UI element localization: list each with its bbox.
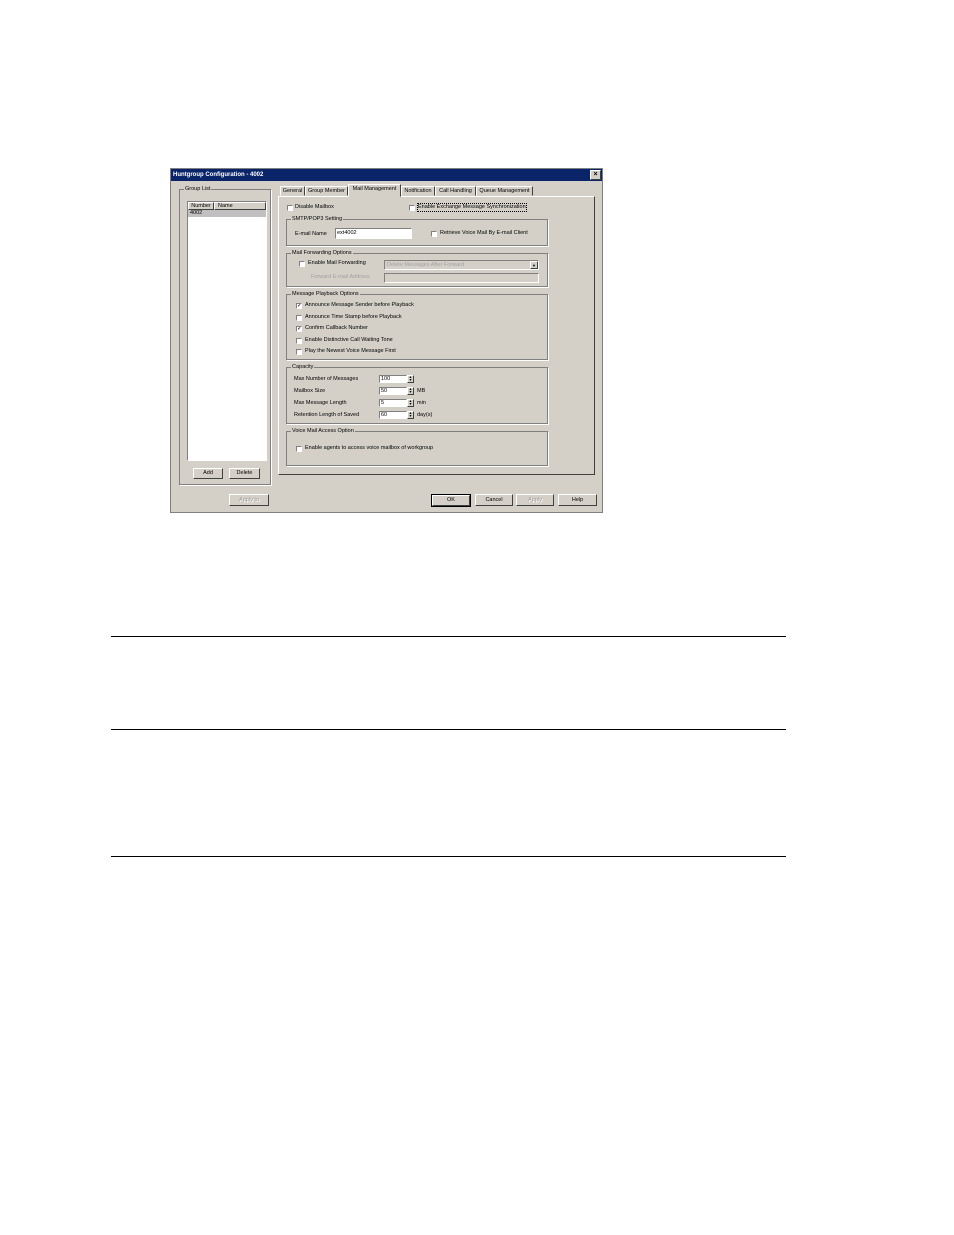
apply-to-button[interactable]: Apply to [229, 494, 269, 506]
forward-email-label: Forward E-mail Address [311, 274, 370, 280]
retention-spinner[interactable]: ▲ ▼ [407, 411, 414, 419]
voice-mail-access-label: Voice Mail Access Option [291, 427, 355, 435]
row-number: 4002 [190, 210, 203, 216]
huntgroup-configuration-dialog: Huntgroup Configuration - 4002 × Group L… [170, 168, 603, 513]
ok-button[interactable]: OK [431, 494, 471, 507]
disable-mailbox-checkbox[interactable] [287, 205, 293, 211]
mail-forwarding-label: Mail Forwarding Options [291, 249, 353, 257]
max-length-input[interactable]: 5 [379, 399, 407, 407]
newest-first-checkbox[interactable] [296, 349, 302, 355]
tab-mail-management[interactable]: Mail Management [348, 184, 401, 197]
table-row[interactable]: 4002 [188, 210, 266, 217]
confirm-callback-label: Confirm Callback Number [305, 325, 368, 331]
group-list-label: Group List [184, 185, 212, 193]
enable-forwarding-checkbox[interactable] [299, 261, 305, 267]
mailbox-size-unit: MB [417, 388, 426, 394]
distinctive-tone-checkbox[interactable] [296, 338, 302, 344]
column-header-number[interactable]: Number [188, 202, 214, 210]
group-list-table[interactable]: Number Name 4002 [187, 201, 267, 461]
email-name-input[interactable]: ext4002 [335, 228, 412, 239]
horizontal-rule [111, 729, 786, 730]
forward-action-value: Delete Messages After Forward [387, 262, 465, 268]
retention-label: Retention Length of Saved [294, 412, 360, 418]
add-button[interactable]: Add [193, 468, 223, 479]
delete-button[interactable]: Delete [229, 468, 260, 479]
agents-access-label: Enable agents to access voice mailbox of… [305, 445, 434, 451]
tab-call-handling[interactable]: Call Handling [435, 186, 476, 196]
playback-options-group: Message Playback Options ✓ Announce Mess… [286, 290, 548, 360]
tab-queue-management[interactable]: Queue Management [476, 186, 533, 196]
agents-access-checkbox[interactable] [296, 446, 302, 452]
column-header-name[interactable]: Name [214, 202, 266, 210]
announce-sender-label: Announce Message Sender before Playback [305, 302, 414, 308]
capacity-group: Capacity Max Number of Messages 100 ▲ ▼ … [286, 363, 548, 424]
newest-first-label: Play the Newest Voice Message First [305, 348, 396, 354]
email-name-label: E-mail Name [295, 231, 327, 237]
max-messages-spinner[interactable]: ▲ ▼ [407, 375, 414, 383]
horizontal-rule [111, 856, 786, 857]
exchange-sync-label: Enable Exchange Message Synchronization [417, 203, 527, 212]
close-icon[interactable]: × [590, 170, 601, 180]
disable-mailbox-label: Disable Mailbox [295, 204, 334, 210]
voice-mail-access-group: Voice Mail Access Option Enable agents t… [286, 427, 548, 466]
max-length-label: Max Message Length [294, 400, 347, 406]
forward-action-select[interactable]: Delete Messages After Forward ▼ [384, 260, 539, 270]
apply-button[interactable]: Apply [516, 494, 554, 506]
chevron-down-icon[interactable]: ▼ [530, 261, 538, 269]
max-messages-input[interactable]: 100 [379, 375, 407, 383]
email-name-value: ext4002 [337, 230, 357, 236]
max-messages-label: Max Number of Messages [294, 376, 359, 382]
retention-input[interactable]: 60 [379, 411, 407, 419]
smtp-pop3-label: SMTP/POP3 Setting [291, 215, 344, 223]
announce-timestamp-label: Announce Time Stamp before Playback [305, 314, 402, 320]
group-list-box: Group List Number Name 4002 Add Delete [179, 185, 271, 485]
max-length-spinner[interactable]: ▲ ▼ [407, 399, 414, 407]
retrieve-email-checkbox[interactable] [431, 231, 437, 237]
spin-down-icon[interactable]: ▼ [408, 378, 413, 382]
spin-down-icon[interactable]: ▼ [408, 414, 413, 418]
mail-forwarding-group: Mail Forwarding Options Enable Mail Forw… [286, 249, 548, 287]
tab-group-member[interactable]: Group Member [305, 186, 348, 196]
horizontal-rule [111, 636, 786, 637]
announce-timestamp-checkbox[interactable] [296, 315, 302, 321]
spin-down-icon[interactable]: ▼ [408, 390, 413, 394]
mailbox-size-spinner[interactable]: ▲ ▼ [407, 387, 414, 395]
announce-sender-checkbox[interactable]: ✓ [296, 303, 302, 309]
retrieve-email-label: Retrieve Voice Mail By E-mail Client [440, 230, 528, 236]
mailbox-size-input[interactable]: 50 [379, 387, 407, 395]
tab-notification[interactable]: Notification [401, 186, 435, 196]
playback-options-label: Message Playback Options [291, 290, 360, 298]
distinctive-tone-label: Enable Distinctive Call Waiting Tone [305, 337, 393, 343]
exchange-sync-checkbox[interactable] [409, 205, 415, 211]
spin-down-icon[interactable]: ▼ [408, 402, 413, 406]
capacity-label: Capacity [291, 363, 315, 371]
mailbox-size-label: Mailbox Size [294, 388, 326, 394]
cancel-button[interactable]: Cancel [475, 494, 513, 506]
forward-email-input[interactable] [384, 273, 539, 283]
confirm-callback-checkbox[interactable]: ✓ [296, 326, 302, 332]
smtp-pop3-group: SMTP/POP3 Setting E-mail Name ext4002 Re… [286, 215, 548, 246]
table-header: Number Name [188, 202, 266, 210]
title-bar[interactable]: Huntgroup Configuration - 4002 × [171, 169, 602, 181]
mail-management-panel: Disable Mailbox Enable Exchange Message … [278, 196, 595, 475]
retention-unit: day(s) [417, 412, 433, 418]
window-title: Huntgroup Configuration - 4002 [173, 172, 264, 178]
help-button[interactable]: Help [558, 494, 597, 506]
enable-forwarding-label: Enable Mail Forwarding [308, 260, 366, 266]
tab-general[interactable]: General [280, 186, 305, 196]
max-length-unit: min [417, 400, 426, 406]
